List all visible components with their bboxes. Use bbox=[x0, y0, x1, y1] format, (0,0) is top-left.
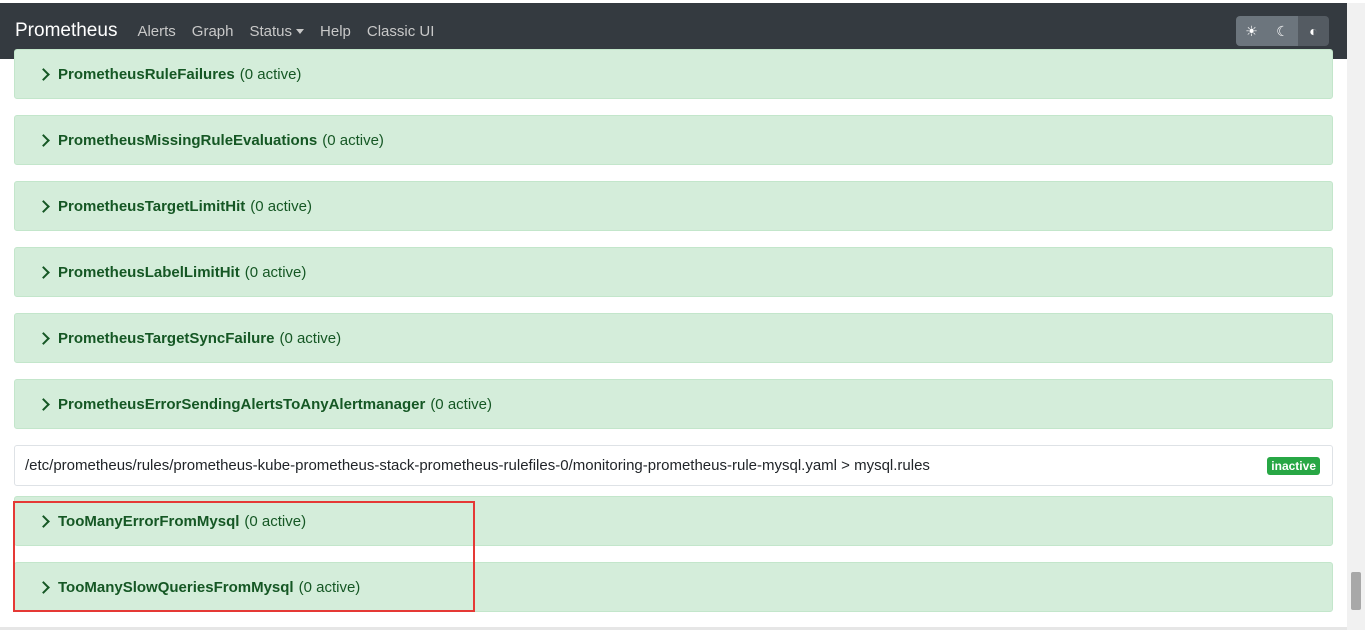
chevron-right-icon bbox=[37, 397, 50, 411]
rule-group-header: /etc/prometheus/rules/prometheus-kube-pr… bbox=[14, 445, 1333, 486]
chevron-right-icon bbox=[37, 199, 50, 213]
rule-group-path: /etc/prometheus/rules/prometheus-kube-pr… bbox=[25, 457, 930, 474]
chevron-right-icon bbox=[37, 580, 50, 594]
nav-alerts[interactable]: Alerts bbox=[137, 23, 175, 40]
chevron-down-icon bbox=[296, 28, 305, 34]
status-badge: inactive bbox=[1267, 457, 1320, 475]
rule-name: PrometheusErrorSendingAlertsToAnyAlertma… bbox=[58, 395, 426, 413]
rule-name: PrometheusTargetSyncFailure bbox=[58, 329, 275, 347]
rule-name: TooManyErrorFromMysql bbox=[58, 512, 240, 530]
rule-item-too-many-error-from-mysql[interactable]: TooManyErrorFromMysql (0 active) bbox=[14, 496, 1333, 546]
chevron-right-icon bbox=[37, 67, 50, 81]
rule-name: TooManySlowQueriesFromMysql bbox=[58, 578, 294, 596]
nav-status-label: Status bbox=[249, 22, 293, 40]
rule-item-too-many-slow-queries-from-mysql[interactable]: TooManySlowQueriesFromMysql (0 active) bbox=[14, 562, 1333, 612]
nav-classic-ui[interactable]: Classic UI bbox=[367, 23, 435, 40]
sun-icon[interactable]: ☀ bbox=[1236, 16, 1267, 46]
chevron-right-icon bbox=[37, 514, 50, 528]
contrast-icon[interactable]: ◐ bbox=[1298, 16, 1329, 46]
rule-name: PrometheusMissingRuleEvaluations bbox=[58, 131, 318, 149]
rule-item-prometheus-target-limit-hit[interactable]: PrometheusTargetLimitHit (0 active) bbox=[14, 181, 1333, 231]
rule-item-prometheus-rule-failures[interactable]: PrometheusRuleFailures (0 active) bbox=[14, 49, 1333, 99]
rule-active-count: (0 active) bbox=[239, 65, 302, 83]
rule-active-count: (0 active) bbox=[250, 197, 312, 215]
chevron-right-icon bbox=[37, 133, 50, 147]
chevron-right-icon bbox=[37, 265, 50, 279]
scrollbar-thumb[interactable] bbox=[1351, 572, 1361, 610]
rule-item-prometheus-target-sync-failure[interactable]: PrometheusTargetSyncFailure (0 active) bbox=[14, 313, 1333, 363]
rule-item-prometheus-missing-rule-evaluations[interactable]: PrometheusMissingRuleEvaluations (0 acti… bbox=[14, 115, 1333, 165]
chevron-right-icon bbox=[37, 331, 50, 345]
rule-item-prometheus-label-limit-hit[interactable]: PrometheusLabelLimitHit (0 active) bbox=[14, 247, 1333, 297]
rule-active-count: (0 active) bbox=[430, 395, 492, 413]
nav-graph[interactable]: Graph bbox=[192, 23, 234, 40]
rule-active-count: (0 active) bbox=[244, 263, 307, 281]
theme-toggle-group: ☀ ☾ ◐ bbox=[1236, 16, 1329, 46]
rule-active-count: (0 active) bbox=[322, 131, 384, 149]
rule-active-count: (0 active) bbox=[244, 512, 307, 530]
rule-name: PrometheusLabelLimitHit bbox=[58, 263, 240, 281]
rule-name: PrometheusRuleFailures bbox=[58, 65, 235, 83]
rule-item-prometheus-error-sending-alerts[interactable]: PrometheusErrorSendingAlertsToAnyAlertma… bbox=[14, 379, 1333, 429]
vertical-scrollbar[interactable] bbox=[1347, 3, 1365, 630]
rule-active-count: (0 active) bbox=[279, 329, 342, 347]
brand-title[interactable]: Prometheus bbox=[15, 20, 117, 42]
nav-status-dropdown[interactable]: Status bbox=[250, 23, 305, 40]
moon-icon[interactable]: ☾ bbox=[1267, 16, 1298, 46]
rule-name: PrometheusTargetLimitHit bbox=[58, 197, 246, 215]
nav-help[interactable]: Help bbox=[320, 23, 351, 40]
rule-active-count: (0 active) bbox=[298, 578, 361, 596]
